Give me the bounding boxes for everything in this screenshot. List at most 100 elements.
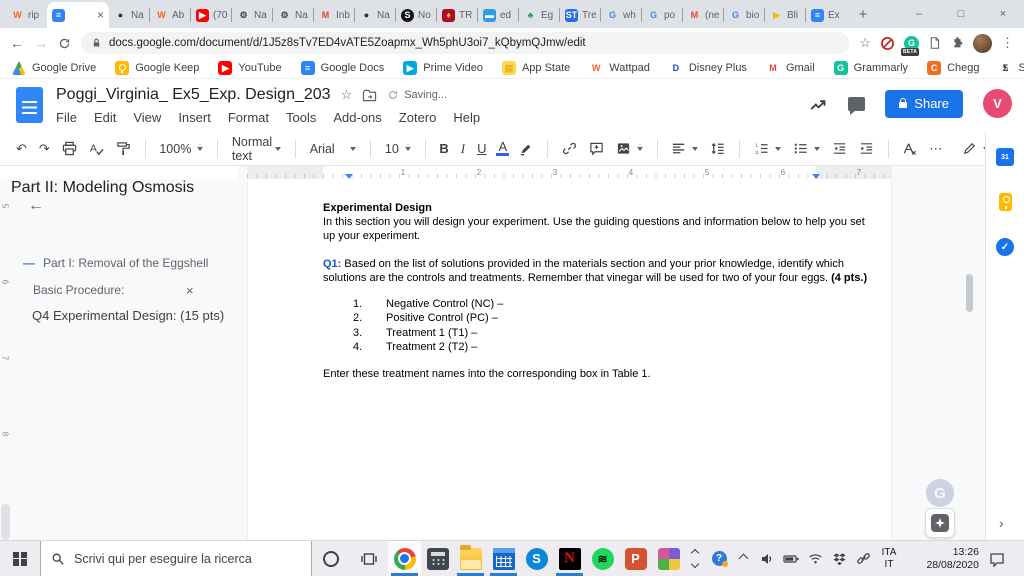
- forward-icon[interactable]: →: [34, 35, 48, 51]
- show-hidden-icons[interactable]: [731, 553, 755, 564]
- browser-tab[interactable]: ≡ ×: [47, 2, 109, 28]
- outline-item[interactable]: Basic Procedure: ×: [33, 283, 194, 298]
- taskbar-search[interactable]: Scrivi qui per eseguire la ricerca: [40, 541, 312, 576]
- bookmark-item[interactable]: Google Keep: [115, 61, 199, 75]
- horizontal-ruler[interactable]: 1 2 3 4 5 6 7: [237, 166, 985, 179]
- browser-tab[interactable]: W rip: [6, 2, 47, 28]
- browser-tab[interactable]: ▶ Bli: [764, 2, 806, 28]
- close-outline-icon[interactable]: ←: [28, 197, 44, 215]
- calendar-icon[interactable]: 31: [996, 148, 1014, 166]
- omnibox[interactable]: docs.google.com/document/d/1J5z8sTv7ED4v…: [81, 32, 850, 54]
- browser-tab[interactable]: G po: [641, 2, 683, 28]
- numbered-list-button[interactable]: 1. 2.: [752, 141, 783, 156]
- browser-tab[interactable]: ▬ ed: [477, 2, 519, 28]
- menu-item[interactable]: View: [133, 110, 161, 125]
- close-button[interactable]: ×: [982, 0, 1024, 28]
- hide-side-panel-icon[interactable]: ›: [999, 515, 1004, 531]
- bold-button[interactable]: B: [437, 141, 450, 156]
- align-button[interactable]: [669, 141, 700, 156]
- redo-button[interactable]: ↷: [37, 141, 52, 157]
- link-tray-icon[interactable]: [851, 551, 875, 566]
- comments-icon[interactable]: [848, 96, 866, 115]
- page-extension-icon[interactable]: [928, 36, 941, 50]
- increase-indent-button[interactable]: [857, 141, 876, 156]
- bookmark-star-icon[interactable]: ☆: [859, 35, 871, 51]
- menu-item[interactable]: Add-ons: [333, 110, 381, 125]
- print-button[interactable]: [60, 141, 79, 156]
- browser-tab[interactable]: S No: [395, 2, 437, 28]
- browser-tab[interactable]: ● Na: [109, 2, 150, 28]
- paint-format-button[interactable]: [114, 141, 133, 156]
- tasks-icon[interactable]: ✓: [996, 238, 1014, 256]
- outline-item[interactable]: Part II: Modeling Osmosis: [11, 179, 194, 197]
- maximize-button[interactable]: □: [940, 0, 982, 28]
- taskbar-app[interactable]: [652, 541, 685, 576]
- bookmark-item[interactable]: G Grammarly: [833, 61, 908, 75]
- chrome-menu-icon[interactable]: ⋮: [1001, 35, 1014, 51]
- browser-tab[interactable]: ⚙ Na: [272, 2, 314, 28]
- document-scrollbar[interactable]: [966, 274, 973, 312]
- star-document-icon[interactable]: ☆: [341, 87, 353, 103]
- taskbar-app[interactable]: [487, 541, 520, 576]
- outline-item[interactable]: — Part I: Removal of the Eggshell: [23, 256, 208, 270]
- browser-tab[interactable]: ⚙ Na: [231, 2, 273, 28]
- bookmark-item[interactable]: Google Drive: [12, 61, 96, 75]
- browser-tab[interactable]: ST Tre: [559, 2, 601, 28]
- browser-tab[interactable]: G bio: [723, 2, 765, 28]
- bookmark-item[interactable]: ≡ Google Docs: [300, 61, 384, 75]
- underline-button[interactable]: U: [475, 141, 488, 156]
- browser-profile-avatar[interactable]: [973, 33, 992, 53]
- menu-item[interactable]: Tools: [286, 110, 316, 125]
- action-center-icon[interactable]: [985, 551, 1009, 567]
- menu-item[interactable]: Help: [453, 110, 480, 125]
- document-page[interactable]: Experimental Design In this section you …: [247, 179, 892, 540]
- decrease-indent-button[interactable]: [830, 141, 849, 156]
- menu-item[interactable]: Zotero: [399, 110, 437, 125]
- taskbar-app[interactable]: S: [520, 541, 553, 576]
- font-size-select[interactable]: 10: [383, 142, 413, 156]
- bookmarks-overflow-icon[interactable]: »: [1002, 61, 1009, 75]
- bookmark-item[interactable]: W Wattpad: [589, 61, 650, 75]
- back-icon[interactable]: ←: [10, 35, 24, 51]
- keep-icon[interactable]: [996, 193, 1014, 211]
- browser-tab[interactable]: ● Na: [354, 2, 396, 28]
- start-button[interactable]: [0, 541, 40, 576]
- docs-file-icon[interactable]: [16, 87, 43, 123]
- language-indicator[interactable]: ITA IT: [875, 547, 903, 571]
- cortana-button[interactable]: [312, 541, 350, 576]
- browser-tab[interactable]: W Ab: [149, 2, 191, 28]
- battery-icon[interactable]: [779, 551, 803, 567]
- bookmark-item[interactable]: C Chegg: [927, 61, 979, 75]
- new-tab-button[interactable]: +: [851, 2, 875, 26]
- bulleted-list-button[interactable]: [791, 141, 822, 156]
- extensions-puzzle-icon[interactable]: [950, 36, 964, 50]
- taskbar-app[interactable]: P: [619, 541, 652, 576]
- volume-icon[interactable]: [755, 551, 779, 567]
- explore-button[interactable]: [925, 508, 955, 538]
- browser-tab[interactable]: M Inb: [313, 2, 355, 28]
- menu-item[interactable]: File: [56, 110, 77, 125]
- bookmark-item[interactable]: ▶ Prime Video: [403, 61, 483, 75]
- taskbar-app[interactable]: [421, 541, 454, 576]
- taskbar-overflow-arrows[interactable]: [685, 541, 705, 576]
- grammarly-extension-icon[interactable]: G BETA: [901, 35, 920, 56]
- document-title[interactable]: Poggi_Virginia_ Ex5_Exp. Design_203: [56, 86, 331, 104]
- browser-tab[interactable]: ▶ (70: [190, 2, 232, 28]
- browser-tab[interactable]: M (ne: [682, 2, 724, 28]
- paragraph-style-select[interactable]: Normal text: [230, 135, 283, 163]
- add-comment-button[interactable]: [587, 141, 606, 156]
- line-spacing-button[interactable]: [708, 141, 727, 156]
- taskbar-app[interactable]: [454, 541, 487, 576]
- insert-image-button[interactable]: [614, 141, 645, 156]
- bookmark-item[interactable]: D Disney Plus: [669, 61, 747, 75]
- taskbar-clock[interactable]: 13:26 28/08/2020: [909, 546, 979, 572]
- clear-formatting-button[interactable]: [900, 141, 919, 156]
- highlight-button[interactable]: [517, 142, 535, 156]
- insights-icon[interactable]: [808, 95, 828, 113]
- browser-tab[interactable]: ≡ Ex: [805, 2, 847, 28]
- grammarly-floating-badge[interactable]: G: [926, 479, 954, 507]
- reload-icon[interactable]: [58, 37, 71, 50]
- outline-item[interactable]: Q4 Experimental Design: (15 pts): [32, 308, 224, 323]
- font-select[interactable]: Arial: [308, 142, 359, 156]
- help-tray-icon[interactable]: ?: [707, 551, 731, 567]
